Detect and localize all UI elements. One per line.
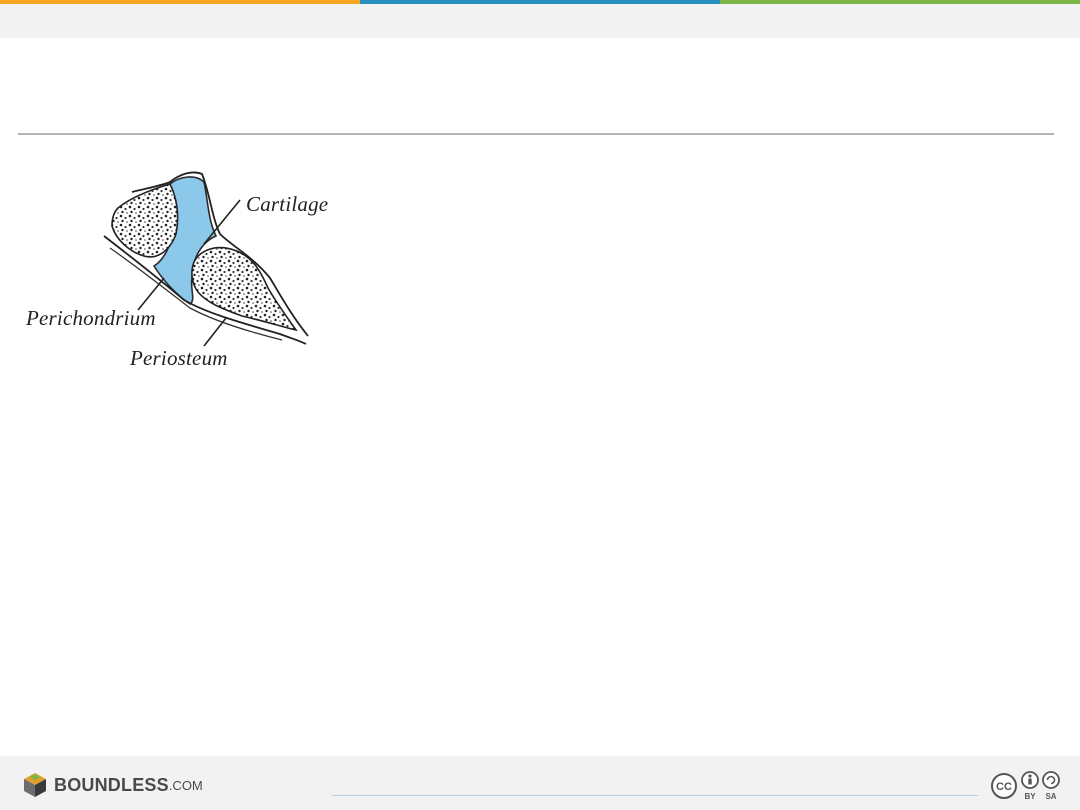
bone-cartilage-illustration: Cartilage Perichondrium Periosteum [20, 160, 350, 390]
bone-right [191, 246, 298, 332]
cc-text: CC [996, 781, 1012, 793]
logo-text: BOUNDLESS [54, 774, 169, 795]
header-band [0, 4, 1080, 38]
sa-text: SA [1045, 792, 1056, 801]
logo-suffix: .COM [168, 777, 203, 793]
title-divider [18, 133, 1054, 135]
footer-divider [332, 795, 978, 796]
cube-logo-icon [24, 773, 46, 797]
label-periosteum: Periosteum [130, 346, 228, 370]
label-cartilage: Cartilage [246, 192, 329, 216]
license-icons-svg: CC BY SA [991, 771, 1060, 801]
boundless-logo[interactable]: BOUNDLESS .COM [22, 771, 203, 799]
by-text: BY [1024, 792, 1036, 801]
label-perichondrium: Perichondrium [26, 306, 156, 330]
sa-icon [1042, 771, 1060, 789]
cc-by-sa-license-badge[interactable]: CC BY SA [990, 770, 1062, 802]
bone-left [111, 183, 179, 258]
